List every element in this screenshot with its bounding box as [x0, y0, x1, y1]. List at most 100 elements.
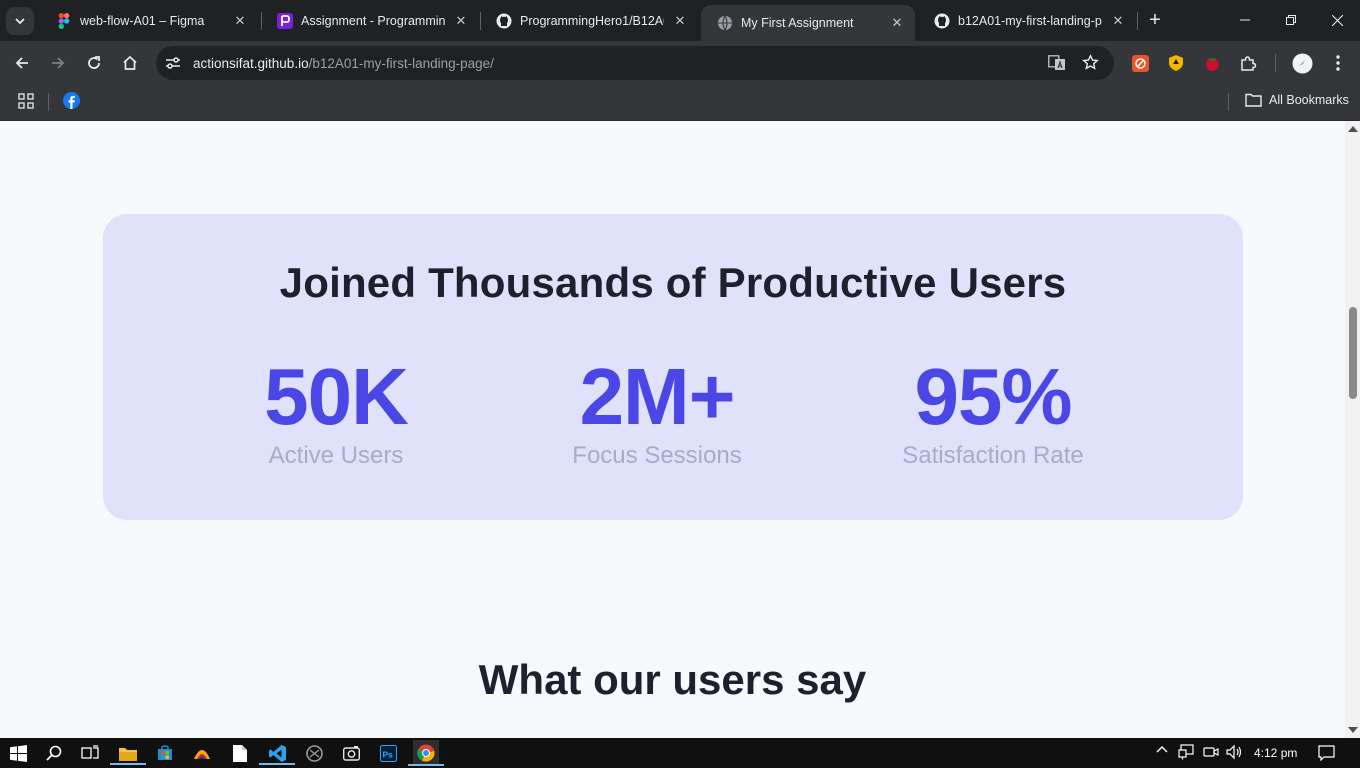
minimize-button[interactable] — [1222, 0, 1268, 40]
stat-value: 2M+ — [579, 352, 736, 441]
active-app-indicator — [408, 764, 444, 766]
close-icon[interactable]: ✕ — [670, 11, 690, 31]
vscode-icon[interactable] — [259, 741, 295, 765]
plus-icon: + — [1149, 8, 1161, 31]
stat-active-users: 50K Active Users — [206, 356, 466, 470]
address-bar[interactable]: actionsifat.github.io/b12A01-my-first-la… — [156, 46, 1114, 80]
stats-card: Joined Thousands of Productive Users 50K… — [103, 214, 1243, 520]
reload-button[interactable] — [80, 49, 108, 77]
search-icon[interactable] — [42, 741, 66, 765]
bookmark-separator — [1228, 93, 1229, 111]
scroll-up-arrow-icon[interactable] — [1348, 126, 1358, 132]
restore-icon — [1286, 15, 1296, 25]
facebook-bookmark-icon[interactable] — [63, 92, 80, 114]
active-app-indicator — [259, 763, 295, 765]
new-tab-button[interactable]: + — [1143, 8, 1167, 32]
tab-search-button[interactable] — [6, 7, 34, 35]
notifications-icon[interactable] — [1318, 745, 1335, 764]
chevron-down-icon — [15, 18, 25, 25]
tab-strip: web-flow-A01 – Figma ✕ Assignment - Prog… — [0, 0, 1360, 41]
extension-shield-icon[interactable] — [1166, 53, 1186, 73]
svg-text:Ps: Ps — [382, 749, 393, 759]
stat-focus-sessions: 2M+ Focus Sessions — [527, 356, 787, 470]
github-icon — [496, 13, 512, 29]
page-scrollbar[interactable] — [1345, 121, 1360, 738]
translate-icon[interactable] — [1048, 55, 1066, 71]
url-host: actionsifat.github.io — [193, 56, 309, 71]
extensions-puzzle-icon[interactable] — [1238, 53, 1258, 73]
all-bookmarks-button[interactable]: All Bookmarks — [1245, 93, 1349, 107]
home-icon — [123, 55, 137, 70]
bookmarks-bar: All Bookmarks — [0, 85, 1360, 121]
close-icon[interactable]: ✕ — [1108, 11, 1128, 31]
all-bookmarks-label: All Bookmarks — [1269, 93, 1349, 107]
restore-button[interactable] — [1268, 0, 1314, 40]
tab-assignment[interactable]: Assignment - Programming ✕ — [261, 0, 479, 41]
extension-tomato-icon[interactable] — [1202, 53, 1222, 73]
windows-taskbar: Ps 4:12 pm — [0, 738, 1360, 768]
profile-avatar[interactable] — [1291, 52, 1313, 74]
stat-label: Active Users — [268, 442, 404, 469]
github-icon — [934, 13, 950, 29]
programming-hero-icon — [277, 12, 293, 29]
home-button[interactable] — [116, 49, 144, 77]
close-icon[interactable]: ✕ — [887, 13, 907, 33]
photoshop-icon[interactable]: Ps — [376, 741, 400, 765]
active-app-indicator — [110, 763, 146, 765]
tab-title: Assignment - Programming — [301, 13, 445, 28]
bookmark-separator — [48, 93, 49, 111]
chrome-icon[interactable] — [408, 740, 444, 766]
close-window-button[interactable] — [1314, 0, 1360, 40]
tab-title: ProgrammingHero1/B12A01 — [520, 13, 664, 28]
tab-github-repo[interactable]: ProgrammingHero1/B12A01 ✕ — [480, 0, 698, 41]
arrow-right-icon — [52, 57, 65, 69]
store-icon[interactable] — [153, 741, 177, 765]
minimize-icon — [1240, 19, 1250, 21]
camera-icon[interactable] — [1203, 744, 1219, 763]
network-icon[interactable] — [1178, 744, 1194, 763]
start-icon[interactable] — [6, 741, 30, 765]
stat-satisfaction-rate: 95% Satisfaction Rate — [863, 356, 1123, 470]
stat-label: Focus Sessions — [572, 442, 742, 469]
file-explorer-icon[interactable] — [110, 741, 146, 765]
extension-blocker-icon[interactable] — [1130, 53, 1150, 73]
tab-my-first-assignment[interactable]: My First Assignment ✕ — [701, 5, 915, 41]
browser-menu-icon[interactable] — [1328, 53, 1348, 73]
reload-icon — [88, 56, 100, 69]
task-view-icon[interactable] — [78, 741, 102, 765]
apps-grid-icon[interactable] — [18, 93, 34, 114]
tab-title: b12A01-my-first-landing-pa — [958, 13, 1102, 28]
tab-separator — [1137, 12, 1138, 30]
taskbar-clock[interactable]: 4:12 pm — [1254, 746, 1297, 760]
tab-title: My First Assignment — [741, 16, 854, 30]
app-icon[interactable] — [302, 741, 326, 765]
volume-icon[interactable] — [1226, 744, 1243, 763]
notepad-icon[interactable] — [228, 741, 252, 765]
stat-value: 50K — [264, 352, 409, 441]
browser-toolbar: actionsifat.github.io/b12A01-my-first-la… — [0, 41, 1360, 85]
back-button[interactable] — [8, 49, 36, 77]
tab-figma[interactable]: web-flow-A01 – Figma ✕ — [40, 0, 258, 41]
tray-overflow-chevron-icon[interactable] — [1156, 744, 1168, 759]
bookmark-star-icon[interactable] — [1082, 54, 1099, 71]
folder-icon — [1245, 93, 1262, 107]
close-icon — [1331, 14, 1343, 26]
close-icon[interactable]: ✕ — [451, 11, 471, 31]
arrow-left-icon — [15, 57, 28, 69]
url-path: /b12A01-my-first-landing-page/ — [308, 56, 494, 71]
app-icon[interactable] — [339, 741, 363, 765]
site-info-icon[interactable] — [165, 56, 181, 70]
stat-value: 95% — [914, 352, 1072, 441]
page-viewport: Joined Thousands of Productive Users 50K… — [0, 121, 1345, 738]
figma-icon — [56, 12, 72, 29]
tab-title: web-flow-A01 – Figma — [80, 13, 205, 28]
close-icon[interactable]: ✕ — [230, 11, 250, 31]
forward-button[interactable] — [44, 49, 72, 77]
app-icon[interactable] — [190, 741, 214, 765]
scroll-down-arrow-icon[interactable] — [1348, 727, 1358, 733]
testimonials-heading: What our users say — [478, 656, 867, 703]
stat-label: Satisfaction Rate — [902, 442, 1084, 469]
globe-icon — [717, 15, 733, 31]
scrollbar-thumb[interactable] — [1349, 307, 1357, 399]
tab-github-landing[interactable]: b12A01-my-first-landing-pa ✕ — [918, 0, 1136, 41]
